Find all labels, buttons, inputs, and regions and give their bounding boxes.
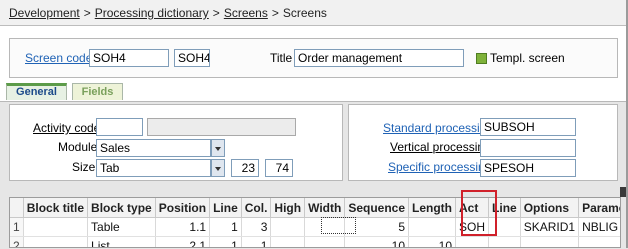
cell-options[interactable]: SKARID1: [520, 217, 580, 237]
tab-fields[interactable]: Fields: [72, 83, 123, 100]
cell-block-type[interactable]: Table: [87, 217, 156, 237]
col-header-options[interactable]: Options: [520, 198, 580, 218]
col-header-sequence[interactable]: Sequence: [344, 198, 410, 218]
screen-code-label[interactable]: Screen code: [25, 51, 92, 65]
cell-position[interactable]: 1.1: [155, 217, 211, 237]
cell-col[interactable]: 1: [241, 236, 272, 247]
blocks-table: Block title Block type Position Line Col…: [10, 198, 620, 247]
title-input[interactable]: Order management: [294, 49, 464, 67]
vertical-processing-input[interactable]: [480, 139, 576, 157]
breadcrumb-separator: >: [83, 6, 91, 20]
cell-sequence[interactable]: 10: [344, 236, 410, 247]
cell-block-type[interactable]: List: [87, 236, 156, 247]
row-number: 2: [10, 236, 24, 247]
title-label: Title: [270, 51, 293, 65]
cell-block-title[interactable]: [23, 236, 89, 247]
col-header-width[interactable]: Width: [304, 198, 346, 218]
activity-code-label: Activity code: [33, 121, 101, 135]
cell-block-title[interactable]: [23, 217, 89, 237]
cell-length[interactable]: [408, 217, 457, 237]
col-header-line[interactable]: Line: [209, 198, 242, 218]
activity-code-input[interactable]: [96, 118, 143, 136]
specific-processing-input[interactable]: SPESOH: [480, 159, 576, 177]
template-screen-label: Templ. screen: [490, 51, 565, 65]
table-row[interactable]: 1 Table 1.1 1 3 5 SOH SKARID1 NBLIG: [10, 217, 620, 237]
act-column-highlight: [461, 190, 497, 236]
row-number: 1: [10, 217, 24, 237]
size-label: Size: [72, 160, 96, 174]
size-dropdown-icon[interactable]: [211, 159, 225, 177]
cell-options[interactable]: [520, 236, 580, 247]
screen-code-alt-input[interactable]: SOH4: [174, 49, 210, 67]
cell-line[interactable]: 1: [209, 236, 242, 247]
standard-processing-input[interactable]: SUBSOH: [480, 118, 576, 136]
cell-width[interactable]: [304, 236, 346, 247]
col-header-rowno: [10, 198, 24, 218]
blocks-grid: Block title Block type Position Line Col…: [9, 197, 621, 248]
size-width-input[interactable]: 23: [231, 159, 259, 177]
module-select[interactable]: Sales: [96, 139, 211, 157]
breadcrumb: Development > Processing dictionary > Screen…: [0, 0, 628, 26]
col-header-length[interactable]: Length: [408, 198, 457, 218]
activity-code-description: [147, 118, 296, 136]
width-cell-focus: [321, 217, 356, 234]
col-header-block-type[interactable]: Block type: [87, 198, 156, 218]
col-header-parameters[interactable]: Parame: [578, 198, 620, 218]
module-label: Module: [58, 140, 98, 154]
cell-col[interactable]: 3: [241, 217, 272, 237]
breadcrumb-separator: >: [271, 6, 279, 20]
specific-processing-label[interactable]: Specific processing: [388, 160, 491, 174]
col-header-position[interactable]: Position: [155, 198, 211, 218]
cell-line[interactable]: 1: [209, 217, 242, 237]
vertical-processing-label: Vertical processing: [390, 140, 491, 154]
breadcrumb-development[interactable]: Development: [9, 6, 80, 20]
cell-parameters[interactable]: NBLIG: [578, 217, 620, 237]
breadcrumb-separator: >: [212, 6, 220, 20]
screen-code-input[interactable]: SOH4: [89, 49, 169, 67]
template-screen-checkbox[interactable]: [476, 53, 487, 64]
cell-length[interactable]: 10: [408, 236, 457, 247]
tab-general[interactable]: General: [6, 83, 67, 100]
cell-position[interactable]: 2.1: [155, 236, 211, 247]
grid-header-row: Block title Block type Position Line Col…: [10, 198, 620, 218]
size-select[interactable]: Tab: [96, 159, 211, 177]
col-header-block-title[interactable]: Block title: [23, 198, 89, 218]
breadcrumb-screens[interactable]: Screens: [224, 6, 268, 20]
table-row[interactable]: 2 List 2.1 1 1 10 10: [10, 236, 620, 247]
cell-line-2[interactable]: [488, 236, 521, 247]
breadcrumb-current: Screens: [282, 6, 327, 20]
col-header-high[interactable]: High: [270, 198, 306, 218]
breadcrumb-processing-dictionary[interactable]: Processing dictionary: [95, 6, 209, 20]
standard-processing-label[interactable]: Standard processing: [383, 121, 493, 135]
cell-high[interactable]: [270, 236, 306, 247]
col-header-col[interactable]: Col.: [241, 198, 272, 218]
cell-parameters[interactable]: [578, 236, 620, 247]
size-height-input[interactable]: 74: [265, 159, 293, 177]
cell-high[interactable]: [270, 217, 306, 237]
module-dropdown-icon[interactable]: [211, 139, 225, 157]
cell-act[interactable]: [455, 236, 490, 247]
